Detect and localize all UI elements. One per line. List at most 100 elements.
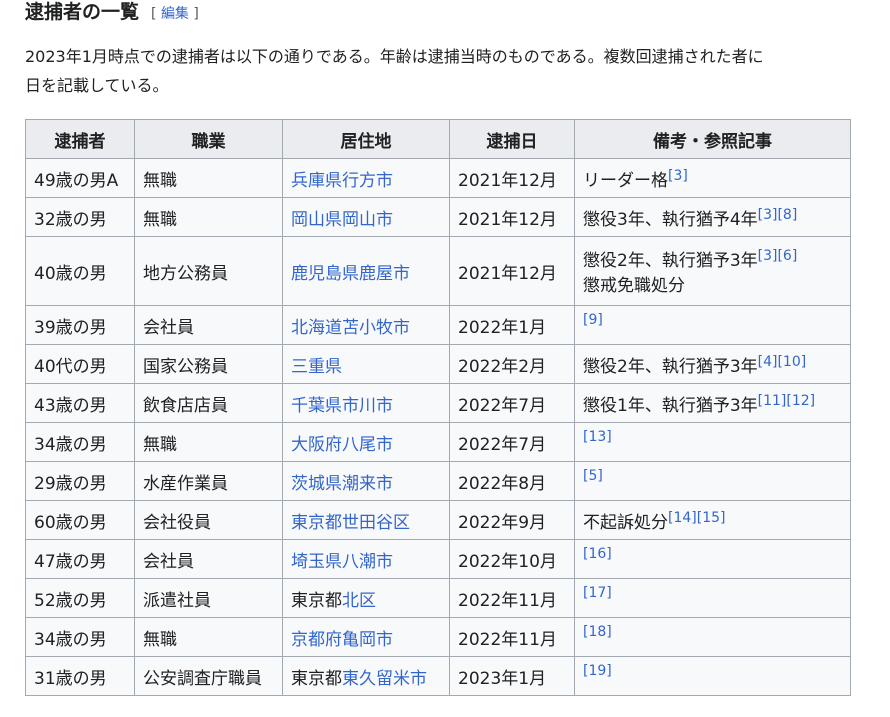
note-text: 懲役2年、執行猶予3年 (583, 356, 758, 377)
cell-arrest-date: 2022年11月 (449, 578, 575, 618)
cell-person: 47歳の男 (25, 539, 135, 579)
reference-links[interactable]: [3] (668, 168, 688, 184)
cell-job: 公安調査庁職員 (134, 656, 283, 696)
residence-link[interactable]: 茨城県潮来市 (291, 474, 393, 494)
cell-arrest-date: 2022年8月 (449, 461, 575, 501)
residence-link[interactable]: 東京都世田谷区 (291, 513, 410, 533)
table-row: 47歳の男 会社員 埼玉県八潮市 2022年10月 [16] (25, 539, 851, 579)
note-text: 懲役1年、執行猶予3年 (583, 395, 758, 416)
cell-residence: 東京都東久留米市 (282, 656, 450, 696)
cell-job: 無職 (134, 422, 283, 462)
intro-line-2: 日を記載している。 (25, 76, 169, 95)
note-text: 懲役3年、執行猶予4年 (583, 209, 758, 230)
cell-person: 29歳の男 (25, 461, 135, 501)
residence-link[interactable]: 岡山県岡山市 (291, 210, 393, 230)
reference-links[interactable]: [18] (583, 624, 612, 640)
cell-residence: 東京都北区 (282, 578, 450, 618)
reference-links[interactable]: [16] (583, 546, 612, 562)
table-row: 34歳の男 無職 京都府亀岡市 2022年11月 [18] (25, 617, 851, 657)
reference-links[interactable]: [19] (583, 663, 612, 679)
intro-line-1: 2023年1月時点での逮捕者は以下の通りである。年齢は逮捕当時のものである。複数… (25, 47, 764, 66)
reference-links[interactable]: [5] (583, 468, 603, 484)
intro-paragraph: 2023年1月時点での逮捕者は以下の通りである。年齢は逮捕当時のものである。複数… (25, 42, 890, 100)
cell-residence: 鹿児島県鹿屋市 (282, 236, 450, 306)
residence-link[interactable]: 鹿児島県鹿屋市 (291, 264, 410, 284)
cell-notes: 懲役3年、執行猶予4年[3][8] (574, 197, 851, 237)
residence-link[interactable]: 兵庫県行方市 (291, 171, 393, 191)
cell-arrest-date: 2022年7月 (449, 422, 575, 462)
residence-link[interactable]: 大阪府八尾市 (291, 435, 393, 455)
edit-section-link[interactable]: 編集 (161, 6, 189, 22)
table-row: 31歳の男 公安調査庁職員 東京都東久留米市 2023年1月 [19] (25, 656, 851, 696)
cell-job: 水産作業員 (134, 461, 283, 501)
section-title: 逮捕者の一覧 (25, 1, 140, 23)
cell-arrest-date: 2022年10月 (449, 539, 575, 579)
note-text-secondary: 懲戒免職処分 (583, 276, 685, 296)
residence-link[interactable]: 東久留米市 (342, 669, 427, 689)
cell-notes: [16] (574, 539, 851, 579)
cell-arrest-date: 2023年1月 (449, 656, 575, 696)
table-row: 49歳の男A 無職 兵庫県行方市 2021年12月 リーダー格[3] (25, 158, 851, 198)
table-row: 39歳の男 会社員 北海道苫小牧市 2022年1月 [9] (25, 305, 851, 345)
cell-residence: 千葉県市川市 (282, 383, 450, 423)
reference-links[interactable]: [11][12] (758, 393, 815, 409)
cell-person: 52歳の男 (25, 578, 135, 618)
cell-person: 40歳の男 (25, 236, 135, 306)
column-header-person: 逮捕者 (25, 119, 135, 159)
reference-links[interactable]: [3][8] (758, 207, 798, 223)
arrestee-table: 逮捕者 職業 居住地 逮捕日 備考・参照記事 49歳の男A 無職 兵庫県行方市 202… (25, 119, 851, 696)
cell-arrest-date: 2021年12月 (449, 197, 575, 237)
residence-link[interactable]: 三重県 (291, 357, 342, 377)
cell-person: 32歳の男 (25, 197, 135, 237)
cell-residence: 北海道苫小牧市 (282, 305, 450, 345)
residence-link[interactable]: 京都府亀岡市 (291, 630, 393, 650)
reference-links[interactable]: [17] (583, 585, 612, 601)
cell-arrest-date: 2021年12月 (449, 158, 575, 198)
cell-job: 国家公務員 (134, 344, 283, 384)
cell-residence: 京都府亀岡市 (282, 617, 450, 657)
cell-residence: 岡山県岡山市 (282, 197, 450, 237)
cell-residence: 三重県 (282, 344, 450, 384)
cell-person: 31歳の男 (25, 656, 135, 696)
table-row: 43歳の男 飲食店店員 千葉県市川市 2022年7月 懲役1年、執行猶予3年[11][1… (25, 383, 851, 423)
reference-links[interactable]: [9] (583, 312, 603, 328)
cell-notes: [5] (574, 461, 851, 501)
table-header-row: 逮捕者 職業 居住地 逮捕日 備考・参照記事 (25, 119, 851, 159)
cell-person: 34歳の男 (25, 617, 135, 657)
column-header-job: 職業 (134, 119, 283, 159)
cell-job: 無職 (134, 158, 283, 198)
reference-links[interactable]: [4][10] (758, 354, 807, 370)
cell-person: 60歳の男 (25, 500, 135, 540)
cell-notes: 懲役1年、執行猶予3年[11][12] (574, 383, 851, 423)
table-row: 32歳の男 無職 岡山県岡山市 2021年12月 懲役3年、執行猶予4年[3][8] (25, 197, 851, 237)
table-row: 60歳の男 会社役員 東京都世田谷区 2022年9月 不起訴処分[14][15] (25, 500, 851, 540)
table-row: 40代の男 国家公務員 三重県 2022年2月 懲役2年、執行猶予3年[4][10] (25, 344, 851, 384)
note-text: リーダー格 (583, 170, 668, 191)
cell-person: 40代の男 (25, 344, 135, 384)
cell-arrest-date: 2022年11月 (449, 617, 575, 657)
cell-job: 会社員 (134, 305, 283, 345)
column-header-arrest-date: 逮捕日 (449, 119, 575, 159)
table-row: 40歳の男 地方公務員 鹿児島県鹿屋市 2021年12月 懲役2年、執行猶予3年[3][… (25, 236, 851, 306)
table-row: 29歳の男 水産作業員 茨城県潮来市 2022年8月 [5] (25, 461, 851, 501)
residence-link[interactable]: 埼玉県八潮市 (291, 552, 393, 572)
residence-link[interactable]: 北区 (342, 591, 376, 611)
cell-job: 派遣社員 (134, 578, 283, 618)
reference-links[interactable]: [3][6] (758, 248, 798, 264)
cell-notes: 懲役2年、執行猶予3年[3][6] 懲戒免職処分 (574, 236, 851, 306)
reference-links[interactable]: [13] (583, 429, 612, 445)
cell-job: 地方公務員 (134, 236, 283, 306)
reference-links[interactable]: [14][15] (668, 510, 725, 526)
cell-job: 無職 (134, 197, 283, 237)
residence-link[interactable]: 千葉県市川市 (291, 396, 393, 416)
note-text: 不起訴処分 (583, 512, 668, 533)
cell-arrest-date: 2022年7月 (449, 383, 575, 423)
cell-job: 会社役員 (134, 500, 283, 540)
residence-link[interactable]: 北海道苫小牧市 (291, 318, 410, 338)
cell-notes: 不起訴処分[14][15] (574, 500, 851, 540)
note-text: 懲役2年、執行猶予3年 (583, 251, 758, 271)
cell-job: 無職 (134, 617, 283, 657)
cell-residence: 東京都世田谷区 (282, 500, 450, 540)
cell-notes: [19] (574, 656, 851, 696)
column-header-residence: 居住地 (282, 119, 450, 159)
